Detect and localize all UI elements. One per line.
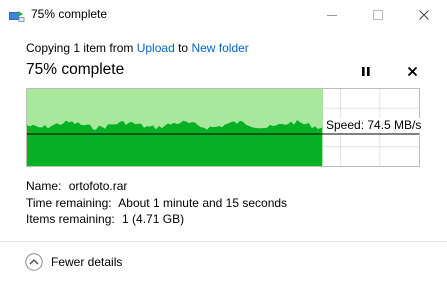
fewer-details-label: Fewer details [51, 255, 123, 269]
footer-divider [0, 241, 447, 242]
pause-button[interactable] [357, 63, 375, 79]
file-name-value: ortofoto.rar [68, 179, 128, 193]
file-name-row: Name: ortofoto.rar [26, 179, 127, 193]
progress-heading: 75% complete [26, 61, 125, 78]
cancel-button[interactable] [403, 63, 421, 79]
items-remaining-label: Items remaining: [26, 212, 115, 226]
close-window-button[interactable] [401, 0, 447, 30]
items-remaining-value: 1 (4.71 GB) [122, 212, 185, 226]
throughput-area [27, 120, 322, 166]
file-name-label: Name: [26, 179, 62, 193]
pause-icon [362, 66, 370, 76]
close-icon [407, 66, 417, 76]
copy-summary: Copying 1 item from Upload to New folder [26, 41, 249, 55]
window-title: 75% complete [31, 7, 108, 21]
chevron-up-icon [25, 253, 43, 271]
minimize-button[interactable] [309, 0, 355, 30]
copy-prefix: Copying 1 item from [26, 41, 137, 55]
maximize-icon [373, 10, 383, 20]
copy-middle: to [174, 41, 192, 55]
items-remaining-row: Items remaining: 1 (4.71 GB) [26, 212, 184, 226]
destination-folder-link[interactable]: New folder [191, 41, 248, 55]
fewer-details-toggle[interactable]: Fewer details [25, 253, 122, 271]
time-remaining-value: About 1 minute and 15 seconds [118, 196, 288, 210]
minimize-icon [327, 15, 337, 16]
source-folder-link[interactable]: Upload [137, 41, 175, 55]
title-bar: 75% complete [0, 0, 447, 30]
close-icon [419, 10, 429, 20]
file-copy-icon [9, 8, 25, 22]
speed-label: Speed: 74.5 MB/s [324, 118, 424, 132]
maximize-button[interactable] [355, 0, 401, 30]
time-remaining-row: Time remaining: About 1 minute and 15 se… [26, 196, 287, 210]
time-remaining-label: Time remaining: [26, 196, 112, 210]
